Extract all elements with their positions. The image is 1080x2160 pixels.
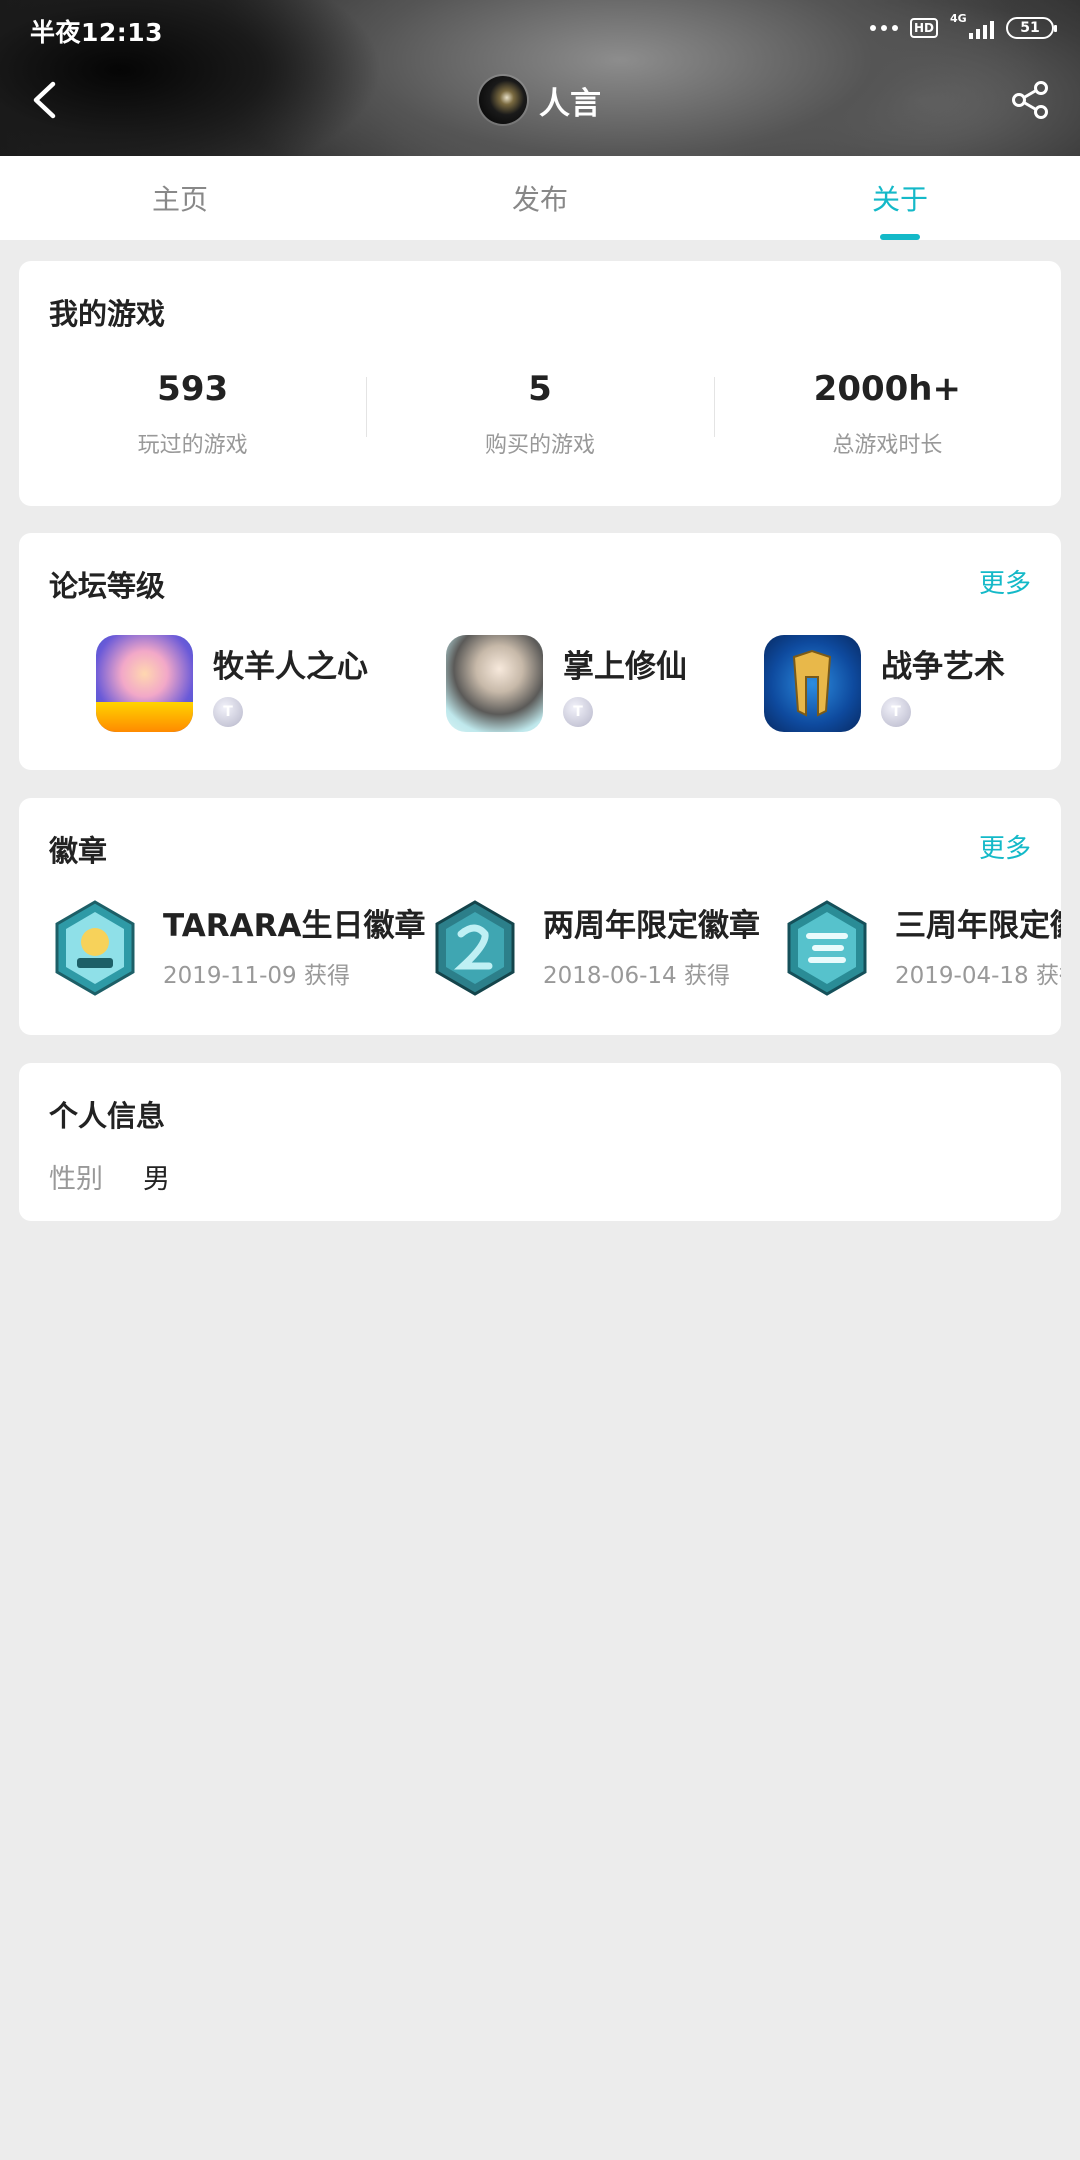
share-button[interactable] [1010, 80, 1050, 120]
badges-card: 徽章 更多 TARARA生日徽章 2019-11-09 获得 两周年限定徽章 2… [19, 798, 1061, 1035]
badges-title: 徽章 [49, 834, 108, 868]
status-bar: 半夜12:13 HD 4G 51 [0, 0, 1080, 58]
personal-info-card: 个人信息 性别 男 [19, 1063, 1061, 1221]
game-name: 战争艺术 [881, 649, 1005, 685]
game-name: 牧羊人之心 [213, 649, 368, 685]
game-icon [764, 635, 861, 732]
my-games-title: 我的游戏 [49, 297, 166, 331]
personal-info-title: 个人信息 [49, 1099, 166, 1133]
stat-value: 5 [528, 369, 552, 409]
battery-icon: 51 [1006, 17, 1057, 39]
tab-about[interactable]: 关于 [720, 156, 1080, 240]
level-badge-icon: T [213, 697, 243, 727]
tab-home-label: 主页 [151, 183, 208, 216]
game-icon [96, 635, 193, 732]
level-badge-icon: T [881, 697, 911, 727]
profile-name: 人言 [539, 85, 601, 122]
forum-level-more-link[interactable]: 更多 [979, 563, 1031, 600]
network-type: 4G [950, 12, 967, 25]
game-icon [446, 635, 543, 732]
tab-about-label: 关于 [871, 183, 928, 216]
anniversary-badge-icon [787, 900, 867, 996]
forum-level-title: 论坛等级 [49, 569, 166, 603]
profile-header: 半夜12:13 HD 4G 51 人言 [0, 0, 1080, 156]
birthday-badge-icon [55, 900, 135, 996]
badge-name: 两周年限定徽章 [543, 908, 760, 944]
gender-value: 男 [143, 1164, 170, 1195]
tab-posts[interactable]: 发布 [360, 156, 720, 240]
stat-purchased[interactable]: 5 购买的游戏 [366, 369, 713, 459]
status-time: 半夜12:13 [30, 18, 164, 47]
forum-level-card: 论坛等级 更多 牧羊人之心 T 掌上修仙 T 战争艺术 T [19, 533, 1061, 770]
game-logo-icon [792, 649, 832, 717]
stat-label: 总游戏时长 [832, 433, 943, 458]
stat-value: 593 [157, 369, 229, 409]
badge-date: 2019-11-09 获得 [163, 963, 350, 989]
tab-active-indicator [880, 234, 920, 240]
badge-date: 2019-04-18 获得 [895, 963, 1061, 989]
gender-label: 性别 [49, 1164, 103, 1195]
profile-title[interactable]: 人言 [0, 76, 1080, 124]
stat-playtime[interactable]: 2000h+ 总游戏时长 [713, 369, 1061, 459]
level-badge-icon: T [563, 697, 593, 727]
profile-tabs: 主页 发布 关于 [0, 156, 1080, 240]
my-games-card: 我的游戏 593 玩过的游戏 5 购买的游戏 2000h+ 总游戏时长 [19, 261, 1061, 506]
battery-level: 51 [1020, 20, 1040, 36]
badge-name: 三周年限定徽章 [895, 908, 1061, 944]
tab-home[interactable]: 主页 [0, 156, 360, 240]
game-name: 掌上修仙 [563, 649, 687, 685]
gender-row: 性别 男 [49, 1157, 170, 1196]
tab-posts-label: 发布 [511, 183, 568, 216]
stat-label: 购买的游戏 [484, 433, 595, 458]
game-stats: 593 玩过的游戏 5 购买的游戏 2000h+ 总游戏时长 [19, 369, 1061, 459]
avatar[interactable] [479, 76, 527, 124]
stat-label: 玩过的游戏 [137, 433, 248, 458]
hd-icon: HD [909, 18, 938, 38]
share-icon [1012, 81, 1048, 119]
badges-more-link[interactable]: 更多 [979, 828, 1031, 865]
anniversary-badge-icon [435, 900, 515, 996]
stat-played[interactable]: 593 玩过的游戏 [19, 369, 366, 459]
badge-date: 2018-06-14 获得 [543, 963, 730, 989]
more-notifications-icon [869, 25, 898, 31]
status-icons: HD 4G 51 [869, 12, 1057, 42]
stat-value: 2000h+ [813, 369, 961, 409]
signal-icon: 4G [950, 12, 994, 41]
badge-name: TARARA生日徽章 [163, 908, 426, 944]
